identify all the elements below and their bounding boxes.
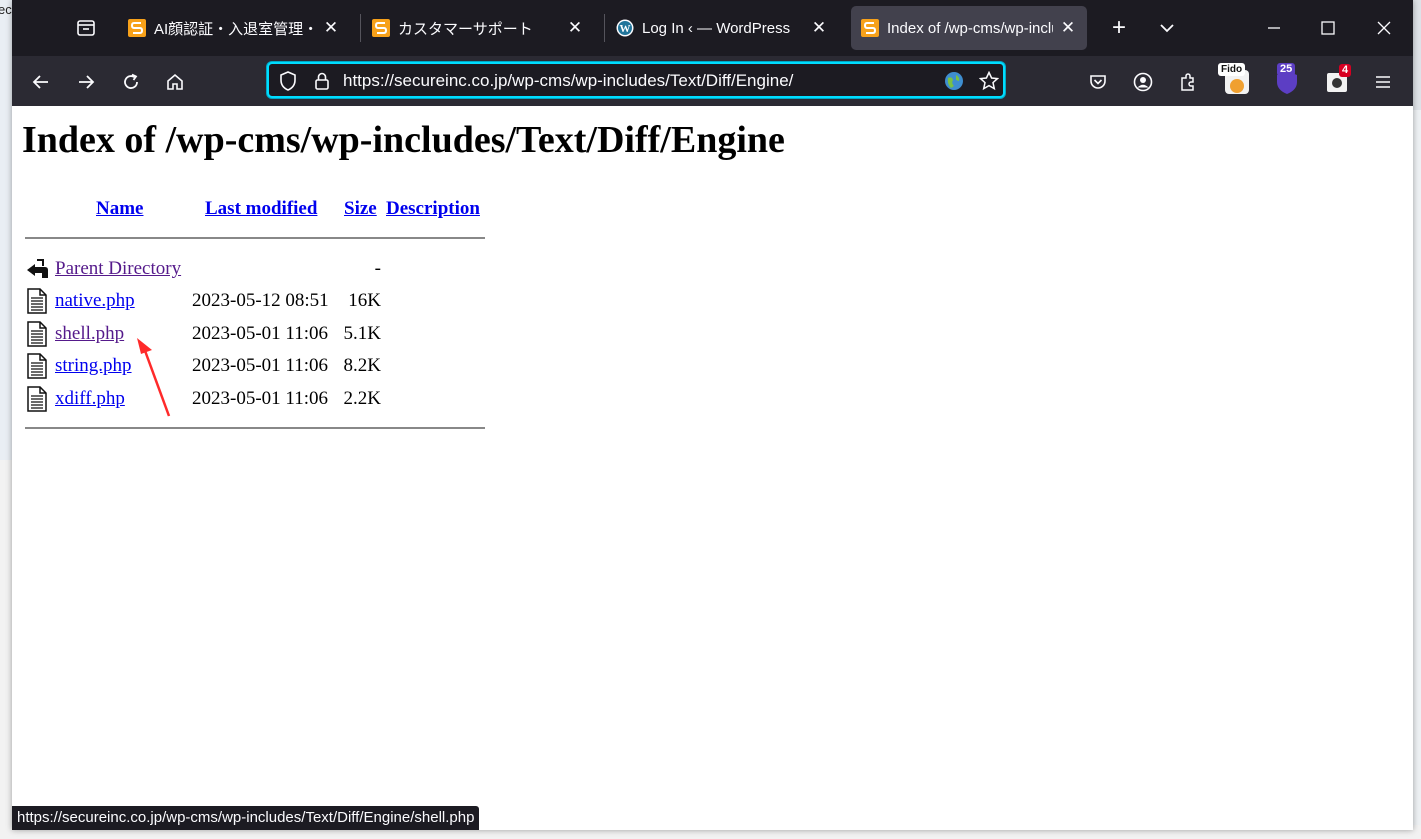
file-link[interactable]: native.php (55, 290, 135, 312)
account-icon (1133, 72, 1153, 92)
browser-window: AI顔認証・入退室管理・勤 ✕ カスタマーサポート ✕ W Log In ‹ —… (12, 0, 1413, 830)
maximize-icon (1321, 21, 1335, 35)
status-bar-link-preview: https://secureinc.co.jp/wp-cms/wp-includ… (12, 806, 480, 830)
back-button[interactable] (26, 67, 56, 97)
background-desktop-right (1413, 110, 1421, 839)
file-icon (27, 386, 47, 412)
badge-count: 4 (1339, 64, 1352, 77)
list-all-tabs-button[interactable] (1153, 14, 1181, 42)
page-content: Index of /wp-cms/wp-includes/Text/Diff/E… (12, 106, 1413, 806)
table-row: native.php 2023-05-12 08:51 16K (25, 288, 485, 320)
table-row: Parent Directory - (25, 256, 485, 288)
fido-label: Fido (1218, 63, 1246, 76)
extension-globe-icon[interactable] (944, 71, 964, 91)
address-bar[interactable]: https://secureinc.co.jp/wp-cms/wp-includ… (267, 62, 1005, 98)
bookmark-star-icon[interactable] (979, 71, 999, 91)
file-link[interactable]: shell.php (55, 323, 124, 345)
tab-title: AI顔認証・入退室管理・勤 (154, 20, 316, 38)
home-button[interactable] (160, 67, 190, 97)
background-text: ec (0, 2, 12, 17)
tab-wordpress-login[interactable]: W Log In ‹ — WordPress ✕ (606, 6, 838, 50)
close-icon[interactable]: ✕ (566, 18, 584, 38)
reload-icon (124, 73, 138, 89)
extension-fido[interactable]: Fido (1218, 63, 1253, 97)
app-menu-button[interactable] (1368, 67, 1398, 97)
tab-index-of[interactable]: Index of /wp-cms/wp-includes ✕ (851, 6, 1087, 50)
close-icon[interactable]: ✕ (810, 18, 828, 38)
firefox-view-button[interactable] (72, 14, 100, 42)
new-tab-button[interactable]: + (1105, 14, 1133, 42)
puzzle-icon (1181, 73, 1194, 91)
size-cell: 2.2K (343, 388, 381, 409)
size-cell: 16K (348, 290, 381, 311)
home-icon (167, 73, 183, 90)
back-folder-icon (27, 259, 48, 278)
pocket-icon (1090, 75, 1106, 89)
last-modified-cell: 2023-05-01 11:06 (192, 323, 328, 344)
minimize-icon (1268, 27, 1280, 29)
divider (25, 237, 485, 239)
tracking-protection-shield-icon[interactable] (278, 71, 298, 91)
wordpress-icon: W (616, 19, 634, 37)
close-icon[interactable]: ✕ (322, 18, 340, 38)
url-text[interactable]: https://secureinc.co.jp/wp-cms/wp-includ… (343, 71, 793, 91)
arrow-right-icon (79, 75, 95, 89)
svg-text:W: W (620, 23, 631, 35)
reload-button[interactable] (116, 67, 146, 97)
table-row: string.php 2023-05-01 11:06 8.2K (25, 353, 485, 385)
file-link[interactable]: xdiff.php (55, 388, 125, 410)
file-icon (27, 353, 47, 379)
column-header-size[interactable]: Size (344, 198, 377, 220)
navigation-toolbar: https://secureinc.co.jp/wp-cms/wp-includ… (12, 56, 1413, 106)
column-header-description[interactable]: Description (386, 198, 480, 220)
badge-count: 25 (1277, 63, 1296, 76)
page-title: Index of /wp-cms/wp-includes/Text/Diff/E… (22, 119, 785, 161)
size-cell: 5.1K (343, 323, 381, 344)
extension-notifications[interactable]: 4 (1321, 64, 1353, 97)
orange-s-icon (128, 19, 146, 37)
file-icon (27, 288, 47, 314)
table-row: xdiff.php 2023-05-01 11:06 2.2K (25, 386, 485, 418)
orange-s-icon (372, 19, 390, 37)
extensions-button[interactable] (1173, 67, 1203, 97)
tab-ai-face[interactable]: AI顔認証・入退室管理・勤 ✕ (118, 6, 350, 50)
size-cell: - (374, 258, 381, 279)
table-row: shell.php 2023-05-01 11:06 5.1K (25, 321, 485, 353)
divider (25, 427, 485, 429)
tab-title: Index of /wp-cms/wp-includes (887, 19, 1053, 37)
tab-customer-support[interactable]: カスタマーサポート ✕ (362, 6, 594, 50)
hamburger-menu-icon (1376, 76, 1390, 88)
forward-button[interactable] (71, 67, 101, 97)
tab-title: Log In ‹ — WordPress (642, 19, 791, 37)
firefox-view-icon (77, 20, 95, 36)
last-modified-cell: 2023-05-01 11:06 (192, 355, 328, 376)
file-link[interactable]: string.php (55, 355, 132, 377)
tab-title: カスタマーサポート (398, 20, 533, 38)
maximize-button[interactable] (1311, 14, 1345, 42)
pocket-button[interactable] (1083, 67, 1113, 97)
annotation-arrow-icon (137, 338, 171, 417)
chevron-down-icon (1160, 24, 1174, 33)
file-icon (27, 321, 47, 347)
arrow-left-icon (32, 75, 48, 89)
account-button[interactable] (1128, 67, 1158, 97)
column-header-name[interactable]: Name (96, 198, 143, 220)
extension-shield[interactable]: 25 (1271, 63, 1303, 97)
size-cell: 8.2K (343, 355, 381, 376)
last-modified-cell: 2023-05-12 08:51 (192, 290, 329, 311)
close-icon[interactable]: ✕ (1059, 18, 1077, 38)
parent-directory-link[interactable]: Parent Directory (55, 258, 181, 280)
last-modified-cell: 2023-05-01 11:06 (192, 388, 328, 409)
tab-strip: AI顔認証・入退室管理・勤 ✕ カスタマーサポート ✕ W Log In ‹ —… (12, 0, 1413, 56)
close-icon (1377, 21, 1391, 35)
plus-icon: + (1111, 14, 1126, 41)
orange-s-icon (861, 19, 879, 37)
minimize-button[interactable] (1257, 14, 1291, 42)
column-header-last-modified[interactable]: Last modified (205, 198, 317, 220)
lock-icon[interactable] (312, 71, 332, 91)
close-window-button[interactable] (1367, 14, 1401, 42)
